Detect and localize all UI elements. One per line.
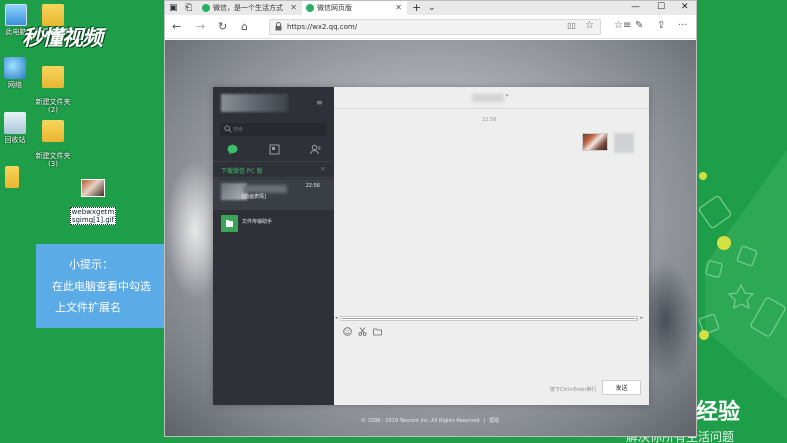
- conversation-pane: ▾ 22:56 ◂ ▸ 按下Ctrl+Enter换行 发送: [334, 87, 649, 405]
- folder-icon: [5, 166, 19, 188]
- page-background: ≡ 搜索 下载微信 PC 版 × 22:56 [动画表情] 文件传输助手 ▾ 2…: [165, 40, 696, 436]
- minimize-button[interactable]: —: [631, 1, 640, 14]
- page-footer: © 1998 - 2019 Tencent Inc. All Rights Re…: [361, 417, 499, 424]
- download-banner-text: 下载微信 PC 版: [221, 168, 263, 175]
- file-transfer-icon: [221, 215, 238, 232]
- user-avatar[interactable]: [221, 94, 288, 112]
- chat-name: 文件传输助手: [242, 219, 273, 225]
- tab-label: 微信网页版: [317, 4, 352, 12]
- chat-bubble-icon[interactable]: [227, 144, 238, 155]
- notes-pen-icon[interactable]: ✎: [635, 20, 643, 31]
- desktop-icon-gif-file[interactable]: webwxgetm sgimg[1].gif: [61, 171, 125, 225]
- tab-label: 微信，是一个生活方式: [213, 4, 283, 12]
- folder-icon: [42, 66, 64, 88]
- chat-preview: [动画表情]: [242, 194, 266, 200]
- scrollbar-thumb[interactable]: [341, 317, 636, 320]
- footer-separator: |: [483, 418, 486, 424]
- back-button[interactable]: ←: [172, 20, 181, 33]
- chat-list-item-file-transfer[interactable]: 文件传输助手: [213, 211, 334, 242]
- reading-view-icon[interactable]: ▯▯: [567, 21, 576, 30]
- self-avatar: [614, 133, 634, 153]
- message-timestamp: 22:56: [482, 117, 497, 123]
- tab-preview-icon[interactable]: ▣: [169, 2, 178, 14]
- decoration-dot: [699, 330, 709, 340]
- tip-line-3: 上文件扩展名: [55, 301, 121, 314]
- lock-icon: [275, 22, 282, 31]
- desktop-icon-folder-4[interactable]: [0, 166, 44, 190]
- screenshot-scissors-icon[interactable]: [358, 327, 367, 336]
- chat-time: 22:56: [305, 183, 320, 189]
- wechat-favicon-icon: [306, 4, 314, 12]
- tip-line-1: 小提示：: [69, 258, 113, 271]
- scroll-right-icon[interactable]: ▸: [640, 315, 643, 321]
- contact-name-blurred: [243, 185, 287, 193]
- folder-file-icon[interactable]: [373, 327, 382, 336]
- share-icon[interactable]: ⇪: [657, 20, 665, 31]
- copyright-text: © 1998 - 2019 Tencent Inc. All Rights Re…: [361, 418, 480, 424]
- sticker-message[interactable]: [582, 133, 608, 151]
- search-input[interactable]: [233, 124, 323, 135]
- close-banner-icon[interactable]: ×: [320, 165, 326, 173]
- folder-icon: [42, 120, 64, 142]
- url-text: https://wx2.qq.com/: [287, 23, 358, 31]
- article-icon[interactable]: [269, 144, 280, 155]
- wechat-panel: ≡ 搜索 下载微信 PC 版 × 22:56 [动画表情] 文件传输助手 ▾ 2…: [213, 87, 649, 405]
- send-button[interactable]: 发送: [602, 380, 641, 395]
- browser-window: ▣ ⎗ 微信，是一个生活方式 ✕ 微信网页版 ✕ + ⌄ — ☐ ✕ ← → ↻…: [164, 0, 697, 437]
- more-icon[interactable]: ···: [678, 20, 688, 31]
- favorites-hub-icon[interactable]: ☆≡: [614, 20, 631, 31]
- search-box[interactable]: [220, 123, 327, 136]
- decoration-dot: [699, 172, 707, 180]
- address-bar: ← → ↻ ⌂ https://wx2.qq.com/ ▯▯ ☆ ☆≡ ✎ ⇪ …: [165, 15, 696, 39]
- menu-icon[interactable]: ≡: [316, 98, 323, 107]
- watermark-logo: 秒懂视频: [22, 26, 103, 50]
- contacts-icon[interactable]: [310, 144, 321, 155]
- decoration-graphic: [698, 150, 787, 400]
- sidebar-nav: [213, 141, 334, 158]
- close-window-button[interactable]: ✕: [681, 1, 689, 14]
- close-tab-icon[interactable]: ✕: [290, 1, 297, 15]
- message-input[interactable]: [340, 340, 642, 380]
- refresh-button[interactable]: ↻: [218, 20, 227, 33]
- forward-button[interactable]: →: [196, 20, 205, 33]
- maximize-button[interactable]: ☐: [657, 1, 665, 14]
- tip-line-2: 在此电脑查看中勾选: [52, 280, 151, 293]
- scroll-left-icon[interactable]: ◂: [335, 315, 338, 321]
- wechat-sidebar: ≡ 搜索 下载微信 PC 版 × 22:56 [动画表情] 文件传输助手: [213, 87, 334, 405]
- set-aside-tabs-icon[interactable]: ⎗: [185, 2, 192, 14]
- search-icon: [224, 125, 232, 133]
- right-decoration: [697, 0, 787, 443]
- tab-bar: ▣ ⎗ 微信，是一个生活方式 ✕ 微信网页版 ✕ + ⌄ — ☐ ✕: [165, 1, 696, 15]
- new-tab-button[interactable]: +: [412, 2, 421, 14]
- tab-wechat-web[interactable]: 微信网页版 ✕: [302, 1, 407, 15]
- desktop-icon-label: webwxgetm sgimg[1].gif: [69, 207, 117, 225]
- wechat-favicon-icon: [202, 4, 210, 12]
- help-link[interactable]: 帮助: [489, 418, 499, 424]
- desktop: 此电脑 网络 回收站 新建文件夹 新建文件夹 (2) 新建文件夹 (3) web…: [0, 0, 165, 443]
- decoration-dot: [717, 236, 731, 250]
- close-tab-icon[interactable]: ✕: [395, 1, 402, 15]
- horizontal-scrollbar[interactable]: ◂ ▸: [335, 315, 643, 321]
- jingyan-logo: 经验: [696, 400, 741, 425]
- conversation-name-blurred: [472, 94, 504, 102]
- emoji-icon[interactable]: [343, 327, 352, 336]
- url-field[interactable]: https://wx2.qq.com/ ▯▯ ☆: [269, 19, 601, 35]
- tab-dropdown-icon[interactable]: ⌄: [428, 2, 436, 14]
- chat-list-item[interactable]: 22:56 [动画表情]: [213, 179, 334, 210]
- conversation-title[interactable]: ▾: [334, 87, 649, 109]
- favorite-star-icon[interactable]: ☆: [585, 20, 594, 31]
- tab-wechat-home[interactable]: 微信，是一个生活方式 ✕: [198, 1, 302, 15]
- download-pc-banner[interactable]: 下载微信 PC 版 ×: [213, 161, 334, 178]
- image-file-icon: [81, 179, 105, 197]
- input-hint: 按下Ctrl+Enter换行: [550, 387, 597, 393]
- chevron-down-icon[interactable]: ▾: [506, 93, 509, 99]
- home-button[interactable]: ⌂: [241, 20, 248, 33]
